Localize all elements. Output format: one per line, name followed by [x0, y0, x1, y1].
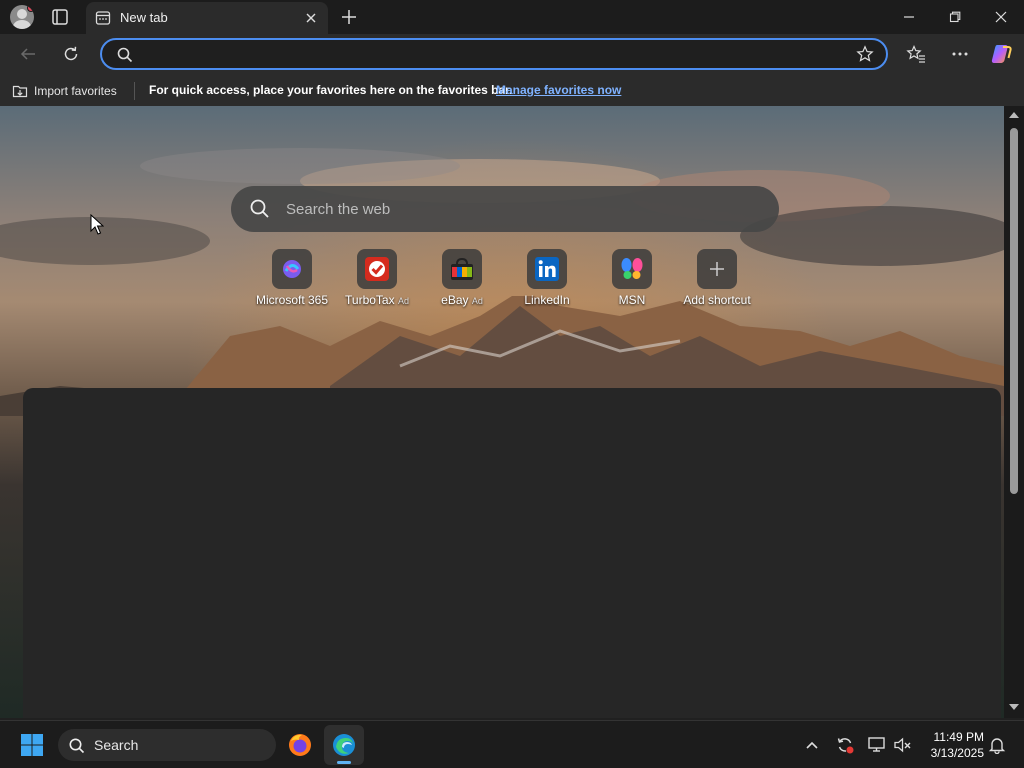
- refresh-button[interactable]: [57, 40, 85, 68]
- favorites-button[interactable]: [902, 40, 930, 68]
- web-search-box[interactable]: Search the web: [231, 186, 779, 232]
- taskbar-app-edge[interactable]: [324, 725, 364, 765]
- close-icon: [995, 11, 1007, 23]
- taskbar-app-firefox[interactable]: [280, 725, 320, 765]
- search-icon: [250, 199, 269, 218]
- linkedin-icon: [535, 257, 559, 281]
- favorites-bar-message: For quick access, place your favorites h…: [149, 83, 513, 97]
- shortcut-microsoft-365[interactable]: Microsoft 365: [247, 249, 337, 315]
- volume-button[interactable]: [891, 733, 915, 757]
- content-feed-panel: [23, 388, 1001, 718]
- taskbar-clock[interactable]: 11:49 PM 3/13/2025: [922, 729, 984, 761]
- refresh-icon: [64, 46, 78, 61]
- windows-logo-icon: [21, 734, 43, 756]
- show-hidden-icons-button[interactable]: [800, 733, 824, 757]
- favorites-bar: Import favorites For quick access, place…: [0, 74, 1024, 106]
- scroll-down-icon[interactable]: [1009, 704, 1019, 710]
- copilot-button[interactable]: [988, 40, 1016, 68]
- mouse-cursor-icon: [90, 214, 104, 235]
- clock-date: 3/13/2025: [930, 746, 984, 760]
- address-bar[interactable]: [100, 38, 888, 70]
- import-folder-icon: [12, 85, 28, 98]
- volume-muted-icon: [894, 737, 911, 753]
- arrow-left-icon: [20, 48, 35, 60]
- shortcut-linkedin[interactable]: LinkedIn: [502, 249, 592, 315]
- more-dots-icon: [952, 52, 968, 56]
- shortcut-add[interactable]: Add shortcut: [672, 249, 762, 315]
- desktop-screen: New tab Import favorites For quick acces…: [0, 0, 1024, 768]
- search-icon: [69, 738, 85, 754]
- network-button[interactable]: [865, 733, 889, 757]
- microsoft-365-icon: [283, 260, 301, 278]
- tab-actions-button[interactable]: [50, 7, 70, 27]
- shortcut-ebay[interactable]: eBay Ad: [417, 249, 507, 315]
- avatar-body: [13, 20, 31, 29]
- taskbar-search[interactable]: Search: [58, 729, 276, 761]
- start-button[interactable]: [20, 733, 44, 757]
- turbotax-icon: [365, 257, 389, 281]
- address-input[interactable]: [142, 44, 842, 64]
- edge-icon: [333, 734, 355, 756]
- plus-icon: [710, 262, 724, 276]
- shortcut-tiles: Microsoft 365 TurboTax Ad eBay Ad Linked…: [249, 249, 769, 319]
- restore-button[interactable]: [932, 0, 978, 34]
- tab-new-tab[interactable]: New tab: [86, 2, 328, 34]
- page-scrollbar[interactable]: [1004, 106, 1024, 718]
- scroll-up-icon[interactable]: [1009, 112, 1019, 118]
- shortcut-turbotax[interactable]: TurboTax Ad: [332, 249, 422, 315]
- shortcut-msn[interactable]: MSN: [587, 249, 677, 315]
- sync-alert-icon: [837, 738, 854, 754]
- shortcut-tile: [697, 249, 737, 289]
- shortcut-tile: [442, 249, 482, 289]
- new-tab-page: Search the web Microsoft 365 TurboTax Ad…: [0, 106, 1024, 718]
- display-network-icon: [868, 737, 885, 752]
- copilot-icon: [991, 45, 1012, 63]
- close-tab-icon[interactable]: [302, 9, 320, 27]
- avatar-head: [17, 9, 27, 19]
- shortcut-tile: [357, 249, 397, 289]
- favorites-divider: [134, 82, 135, 100]
- tab-actions-icon: [52, 9, 68, 25]
- close-window-button[interactable]: [978, 0, 1024, 34]
- scrollbar-thumb[interactable]: [1010, 128, 1018, 494]
- new-tab-button[interactable]: [338, 6, 360, 28]
- plus-icon: [342, 10, 356, 24]
- profile-avatar[interactable]: [10, 5, 34, 29]
- favorite-star-icon[interactable]: [856, 45, 874, 63]
- shortcut-tile: [272, 249, 312, 289]
- chevron-up-icon: [806, 741, 818, 749]
- ebay-bag-icon: [451, 257, 473, 280]
- msn-butterfly-icon: [621, 258, 643, 279]
- notifications-button[interactable]: [985, 733, 1009, 757]
- browser-toolbar: [0, 34, 1024, 74]
- sync-status-button[interactable]: [833, 733, 857, 757]
- newtab-favicon-icon: [95, 11, 111, 25]
- tab-title: New tab: [120, 10, 168, 25]
- tab-strip: New tab: [0, 0, 1024, 34]
- restore-icon: [949, 11, 961, 23]
- clock-time: 11:49 PM: [933, 730, 984, 744]
- shortcut-tile: [612, 249, 652, 289]
- import-favorites-button[interactable]: Import favorites: [12, 82, 117, 100]
- taskbar: Search 11:49 PM 3/13/2025: [0, 720, 1024, 768]
- shortcut-label: Add shortcut: [683, 293, 751, 307]
- minimize-button[interactable]: [886, 0, 932, 34]
- search-icon: [117, 47, 133, 63]
- web-search-placeholder: Search the web: [286, 201, 391, 218]
- active-app-indicator: [337, 761, 351, 764]
- notification-dot: [27, 5, 34, 12]
- minimize-icon: [904, 16, 914, 18]
- taskbar-search-label: Search: [94, 737, 139, 753]
- more-options-button[interactable]: [946, 40, 974, 68]
- manage-favorites-link[interactable]: Manage favorites now: [496, 83, 621, 97]
- shortcut-tile: [527, 249, 567, 289]
- bell-icon: [988, 738, 1006, 754]
- back-button[interactable]: [14, 40, 42, 68]
- firefox-icon: [289, 734, 311, 756]
- import-favorites-label: Import favorites: [34, 84, 117, 98]
- favorites-list-icon: [906, 45, 925, 63]
